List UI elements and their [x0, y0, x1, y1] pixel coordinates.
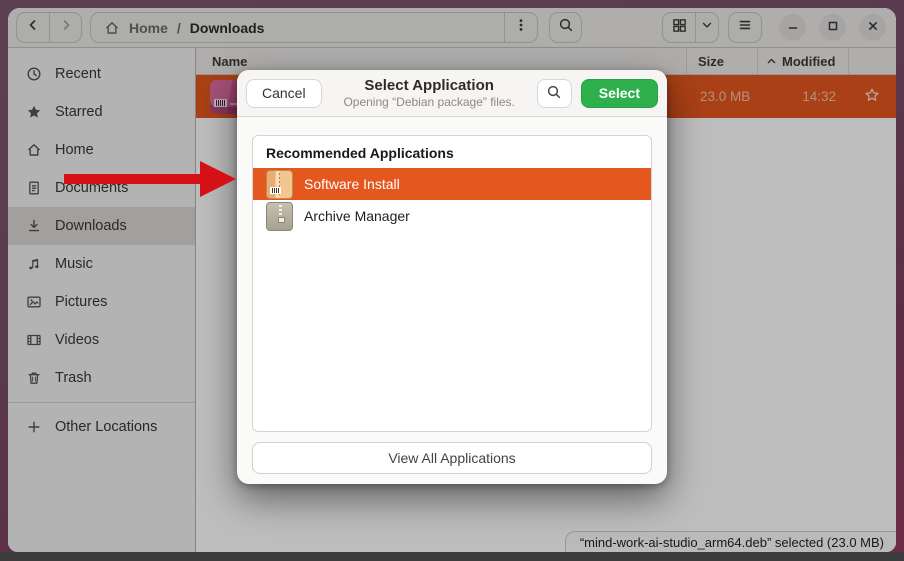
dialog-body: Recommended Applications Software Instal… — [237, 117, 667, 484]
column-header-modified[interactable]: Modified — [757, 48, 848, 74]
star-file-button[interactable] — [848, 87, 896, 106]
app-row-software-install[interactable]: Software Install — [253, 168, 651, 200]
breadcrumb-separator: / — [177, 20, 181, 36]
window-controls — [779, 14, 886, 41]
video-film-icon — [26, 332, 42, 348]
search-icon — [558, 17, 574, 38]
maximize-button[interactable] — [819, 14, 846, 41]
dialog-title-block: Select Application Opening “Debian packa… — [331, 77, 528, 109]
plus-icon — [26, 419, 42, 435]
select-application-dialog: Cancel Select Application Opening “Debia… — [237, 70, 667, 484]
sidebar-item-music[interactable]: Music — [8, 245, 195, 283]
close-button[interactable] — [859, 14, 886, 41]
search-icon — [546, 84, 562, 103]
picture-icon — [26, 294, 42, 310]
dialog-search-button[interactable] — [537, 79, 572, 108]
breadcrumb-current[interactable]: Downloads — [190, 20, 265, 36]
minimize-icon — [787, 19, 799, 37]
trash-icon — [26, 370, 42, 386]
sidebar-item-label: Downloads — [55, 218, 127, 234]
chevron-right-icon — [58, 17, 74, 38]
sidebar-item-starred[interactable]: Starred — [8, 93, 195, 131]
path-menu-button[interactable] — [504, 13, 537, 42]
recent-clock-icon — [26, 66, 42, 82]
grid-view-icon — [672, 18, 687, 38]
sidebar: Recent Starred Home Documents Downloads … — [8, 48, 196, 552]
status-bar: “mind-work-ai-studio_arm64.deb” selected… — [565, 531, 896, 552]
sidebar-item-downloads[interactable]: Downloads — [8, 207, 195, 245]
sidebar-item-recent[interactable]: Recent — [8, 55, 195, 93]
home-icon — [26, 142, 42, 158]
forward-button[interactable] — [49, 13, 81, 42]
column-header-size[interactable]: Size — [686, 48, 757, 74]
sort-ascending-icon — [766, 56, 777, 67]
path-bar: Home / Downloads — [90, 12, 538, 43]
close-icon — [867, 19, 879, 37]
home-icon — [104, 20, 120, 36]
maximize-icon — [827, 19, 839, 37]
sidebar-item-label: Home — [55, 142, 94, 158]
sidebar-item-label: Trash — [55, 370, 92, 386]
app-name: Software Install — [304, 176, 400, 192]
application-list: Recommended Applications Software Instal… — [252, 135, 652, 432]
search-button[interactable] — [549, 12, 582, 43]
download-icon — [26, 218, 42, 234]
chevron-down-icon — [700, 18, 714, 37]
annotation-arrow — [60, 158, 238, 205]
sidebar-separator — [8, 402, 195, 403]
music-note-icon — [26, 256, 42, 272]
column-label: Size — [698, 54, 724, 69]
headerbar: Home / Downloads — [8, 8, 896, 48]
recommended-section-header: Recommended Applications — [253, 136, 651, 168]
nav-button-group — [16, 12, 82, 43]
sidebar-item-label: Other Locations — [55, 419, 157, 435]
column-label: Name — [212, 54, 247, 69]
status-text: “mind-work-ai-studio_arm64.deb” selected… — [580, 535, 884, 550]
sidebar-item-label: Pictures — [55, 294, 107, 310]
app-name: Archive Manager — [304, 208, 410, 224]
dialog-title: Select Application — [331, 77, 528, 95]
file-size-cell: 23.0 MB — [686, 89, 757, 104]
star-icon — [26, 104, 42, 120]
hamburger-menu-button[interactable] — [728, 12, 762, 43]
column-label: Modified — [782, 54, 835, 69]
minimize-button[interactable] — [779, 14, 806, 41]
sidebar-item-videos[interactable]: Videos — [8, 321, 195, 359]
column-header-star[interactable] — [848, 48, 896, 74]
sidebar-item-label: Music — [55, 256, 93, 272]
red-arrow-icon — [60, 158, 238, 200]
kebab-menu-icon — [514, 17, 528, 38]
file-modified-cell: 14:32 — [757, 89, 848, 104]
view-options-button[interactable] — [695, 13, 718, 42]
sidebar-item-other-locations[interactable]: Other Locations — [8, 408, 195, 446]
view-all-applications-button[interactable]: View All Applications — [252, 442, 652, 474]
archive-manager-icon — [266, 202, 293, 231]
star-outline-icon — [864, 87, 880, 106]
app-row-archive-manager[interactable]: Archive Manager — [253, 200, 651, 232]
software-install-icon — [266, 170, 293, 199]
sidebar-item-pictures[interactable]: Pictures — [8, 283, 195, 321]
hamburger-icon — [737, 17, 753, 38]
desktop-bottom-strip — [0, 552, 904, 561]
sidebar-item-label: Recent — [55, 66, 101, 82]
breadcrumb: Home / Downloads — [91, 20, 504, 36]
select-button[interactable]: Select — [581, 79, 658, 108]
breadcrumb-home[interactable]: Home — [129, 20, 168, 36]
cancel-button[interactable]: Cancel — [246, 79, 322, 108]
sidebar-item-trash[interactable]: Trash — [8, 359, 195, 397]
view-toggle-split-button — [662, 12, 719, 43]
sidebar-item-label: Starred — [55, 104, 103, 120]
document-icon — [26, 180, 42, 196]
dialog-subtitle: Opening “Debian package” files. — [331, 95, 528, 109]
chevron-left-icon — [25, 17, 41, 38]
back-button[interactable] — [17, 13, 49, 42]
sidebar-item-label: Videos — [55, 332, 99, 348]
grid-view-button[interactable] — [663, 13, 695, 42]
dialog-header: Cancel Select Application Opening “Debia… — [237, 70, 667, 117]
